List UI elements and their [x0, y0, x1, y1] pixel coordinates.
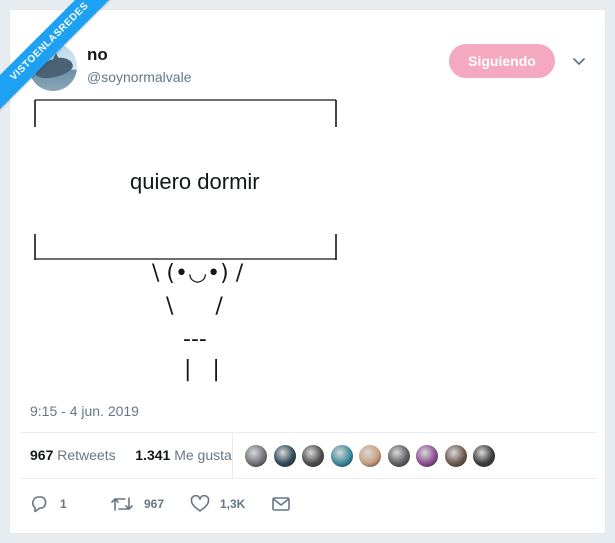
following-button[interactable]: Siguiendo	[449, 44, 555, 78]
likes-stat[interactable]: 1.341 Me gusta	[135, 447, 236, 463]
tweet-header: no @soynormalvale Siguiendo	[29, 43, 589, 93]
kaomoji-line-1: \ (•◡•) /	[152, 261, 244, 286]
display-name[interactable]: no	[87, 45, 108, 65]
likes-count: 1.341	[135, 447, 171, 463]
divider	[20, 478, 597, 479]
heart-icon	[190, 495, 210, 512]
direct-message-button[interactable]	[271, 494, 301, 514]
likes-label: Me gusta	[174, 447, 232, 463]
liker-avatar[interactable]	[358, 444, 382, 468]
retweet-button[interactable]: 967	[110, 494, 164, 514]
liker-avatar[interactable]	[329, 444, 354, 468]
sign-bottom-border	[34, 234, 337, 260]
stats-separator	[232, 433, 233, 479]
tweet-timestamp[interactable]: 9:15 - 4 jun. 2019	[30, 403, 139, 419]
retweets-label: Retweets	[57, 447, 116, 463]
liker-avatar[interactable]	[443, 444, 468, 468]
kaomoji-line-4: | |	[184, 357, 220, 382]
like-button[interactable]: 1,3K	[190, 494, 245, 514]
liker-avatar[interactable]	[272, 444, 297, 468]
user-handle[interactable]: @soynormalvale	[87, 69, 191, 85]
sign-top-border	[34, 99, 337, 127]
retweet-icon	[111, 497, 133, 511]
retweet-count: 967	[144, 497, 165, 511]
liker-avatar[interactable]	[244, 444, 268, 468]
divider	[20, 432, 597, 433]
liker-avatar[interactable]	[472, 444, 496, 468]
reply-button[interactable]: 1	[30, 494, 67, 514]
tweet-stats: 967 Retweets 1.341 Me gusta	[30, 447, 240, 463]
chevron-down-icon[interactable]	[569, 51, 589, 71]
retweets-stat[interactable]: 967 Retweets	[30, 447, 120, 463]
envelope-icon	[272, 497, 290, 511]
liker-avatar[interactable]	[386, 444, 411, 468]
liker-avatar[interactable]	[415, 444, 439, 468]
sign-text: quiero dormir	[130, 169, 260, 194]
retweets-count: 967	[30, 447, 54, 463]
liker-avatar[interactable]	[301, 444, 325, 468]
kaomoji-line-2: \ /	[166, 294, 223, 319]
reply-count: 1	[60, 497, 67, 511]
like-count: 1,3K	[220, 497, 246, 511]
kaomoji-line-3: ---	[183, 327, 207, 352]
reply-icon	[32, 496, 47, 513]
